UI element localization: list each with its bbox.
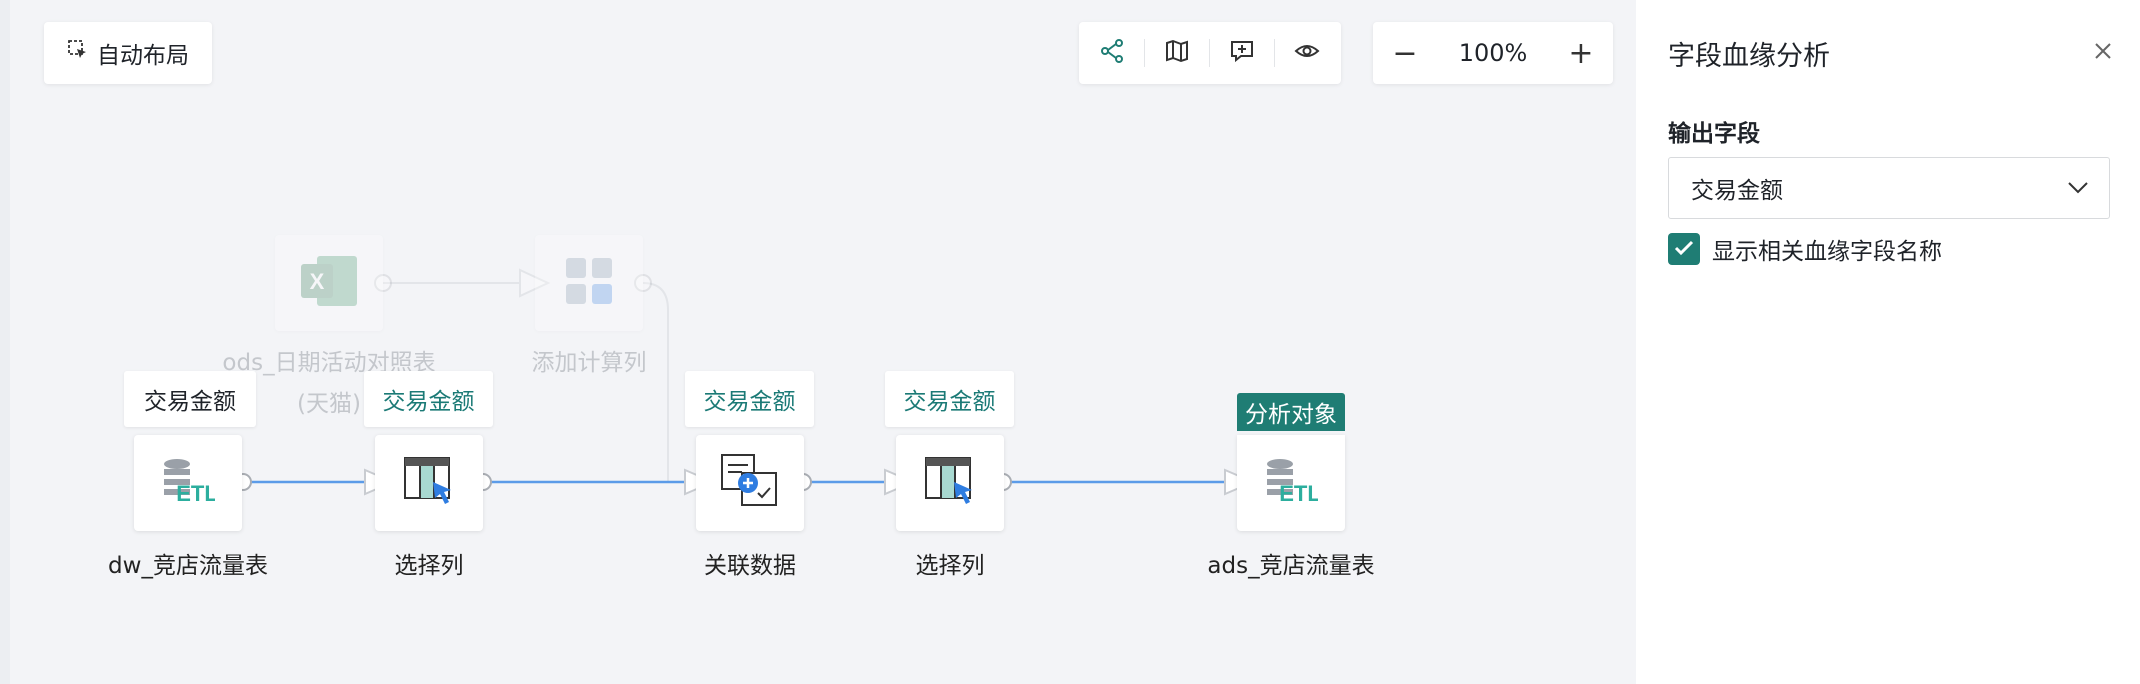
node-dw-label: dw_竞店流量表 bbox=[108, 553, 268, 579]
field-tag-join: 交易金额 bbox=[685, 371, 814, 427]
close-icon bbox=[2093, 41, 2113, 65]
node-dw-table[interactable]: ETL bbox=[134, 435, 242, 531]
auto-layout-label: 自动布局 bbox=[97, 43, 189, 69]
preview-button[interactable] bbox=[1274, 22, 1339, 84]
minus-icon: − bbox=[1392, 35, 1418, 71]
comment-button[interactable] bbox=[1209, 22, 1274, 84]
map-view-button[interactable] bbox=[1144, 22, 1209, 84]
join-icon bbox=[720, 453, 780, 513]
svg-text:ETL: ETL bbox=[1279, 481, 1318, 505]
node-calc-column[interactable] bbox=[535, 235, 643, 331]
output-field-label: 输出字段 bbox=[1668, 121, 1760, 147]
node-join-label: 关联数据 bbox=[704, 553, 796, 579]
etl-icon: ETL bbox=[1264, 457, 1321, 509]
edges-layer bbox=[234, 268, 1256, 496]
zoom-control: − 100% + bbox=[1373, 22, 1613, 84]
chevron-down-icon bbox=[2067, 175, 2089, 201]
eye-icon bbox=[1294, 38, 1320, 68]
node-ads-label: ads_竞店流量表 bbox=[1207, 553, 1375, 579]
excel-icon: X bbox=[299, 254, 359, 312]
node-select-2-label: 选择列 bbox=[915, 553, 985, 579]
field-tag-dw: 交易金额 bbox=[124, 371, 256, 427]
node-join-data[interactable] bbox=[696, 435, 804, 531]
auto-layout-button[interactable]: 自动布局 bbox=[44, 22, 212, 84]
show-field-names-label: 显示相关血缘字段名称 bbox=[1712, 239, 1942, 265]
show-field-names-option[interactable]: 显示相关血缘字段名称 bbox=[1668, 232, 1942, 266]
field-tag-select-1: 交易金额 bbox=[364, 371, 493, 427]
output-field-select[interactable]: 交易金额 bbox=[1668, 157, 2110, 219]
node-excel-source[interactable]: X bbox=[275, 235, 383, 331]
check-icon bbox=[1674, 236, 1694, 262]
map-icon bbox=[1164, 38, 1190, 68]
node-calc-label: 添加计算列 bbox=[531, 350, 647, 376]
node-excel-label-2: (天猫) bbox=[297, 391, 361, 417]
node-select-columns-2[interactable] bbox=[896, 435, 1004, 531]
lineage-canvas[interactable]: 自动布局 − 100% + X ods_日期活动对照表 (天猫) 添加计算列 交… bbox=[0, 0, 1636, 684]
select-columns-icon bbox=[403, 456, 455, 510]
plus-icon: + bbox=[1568, 35, 1594, 71]
selected-field-value: 交易金额 bbox=[1691, 178, 1783, 204]
panel-title: 字段血缘分析 bbox=[1668, 41, 1830, 72]
comment-icon bbox=[1229, 38, 1255, 68]
zoom-out-button[interactable]: − bbox=[1373, 22, 1437, 84]
node-select-1-label: 选择列 bbox=[394, 553, 464, 579]
analysis-target-badge: 分析对象 bbox=[1237, 393, 1345, 431]
field-lineage-panel: 字段血缘分析 输出字段 交易金额 显示相关血缘字段名称 bbox=[1636, 0, 2140, 684]
svg-text:ETL: ETL bbox=[176, 481, 215, 505]
field-tag-select-2: 交易金额 bbox=[885, 371, 1014, 427]
zoom-in-button[interactable]: + bbox=[1549, 22, 1613, 84]
zoom-level: 100% bbox=[1458, 39, 1528, 67]
show-field-names-checkbox[interactable] bbox=[1668, 233, 1700, 265]
close-panel-button[interactable] bbox=[2088, 38, 2118, 68]
svg-text:X: X bbox=[310, 269, 325, 294]
lineage-view-button[interactable] bbox=[1079, 22, 1144, 84]
calculator-icon bbox=[564, 256, 614, 310]
node-select-columns-1[interactable] bbox=[375, 435, 483, 531]
etl-icon: ETL bbox=[161, 457, 218, 509]
canvas-toolbar bbox=[1079, 22, 1341, 84]
lineage-icon bbox=[1099, 38, 1125, 68]
select-columns-icon bbox=[924, 456, 976, 510]
auto-layout-icon bbox=[67, 39, 89, 67]
node-ads-table[interactable]: ETL bbox=[1237, 435, 1345, 531]
